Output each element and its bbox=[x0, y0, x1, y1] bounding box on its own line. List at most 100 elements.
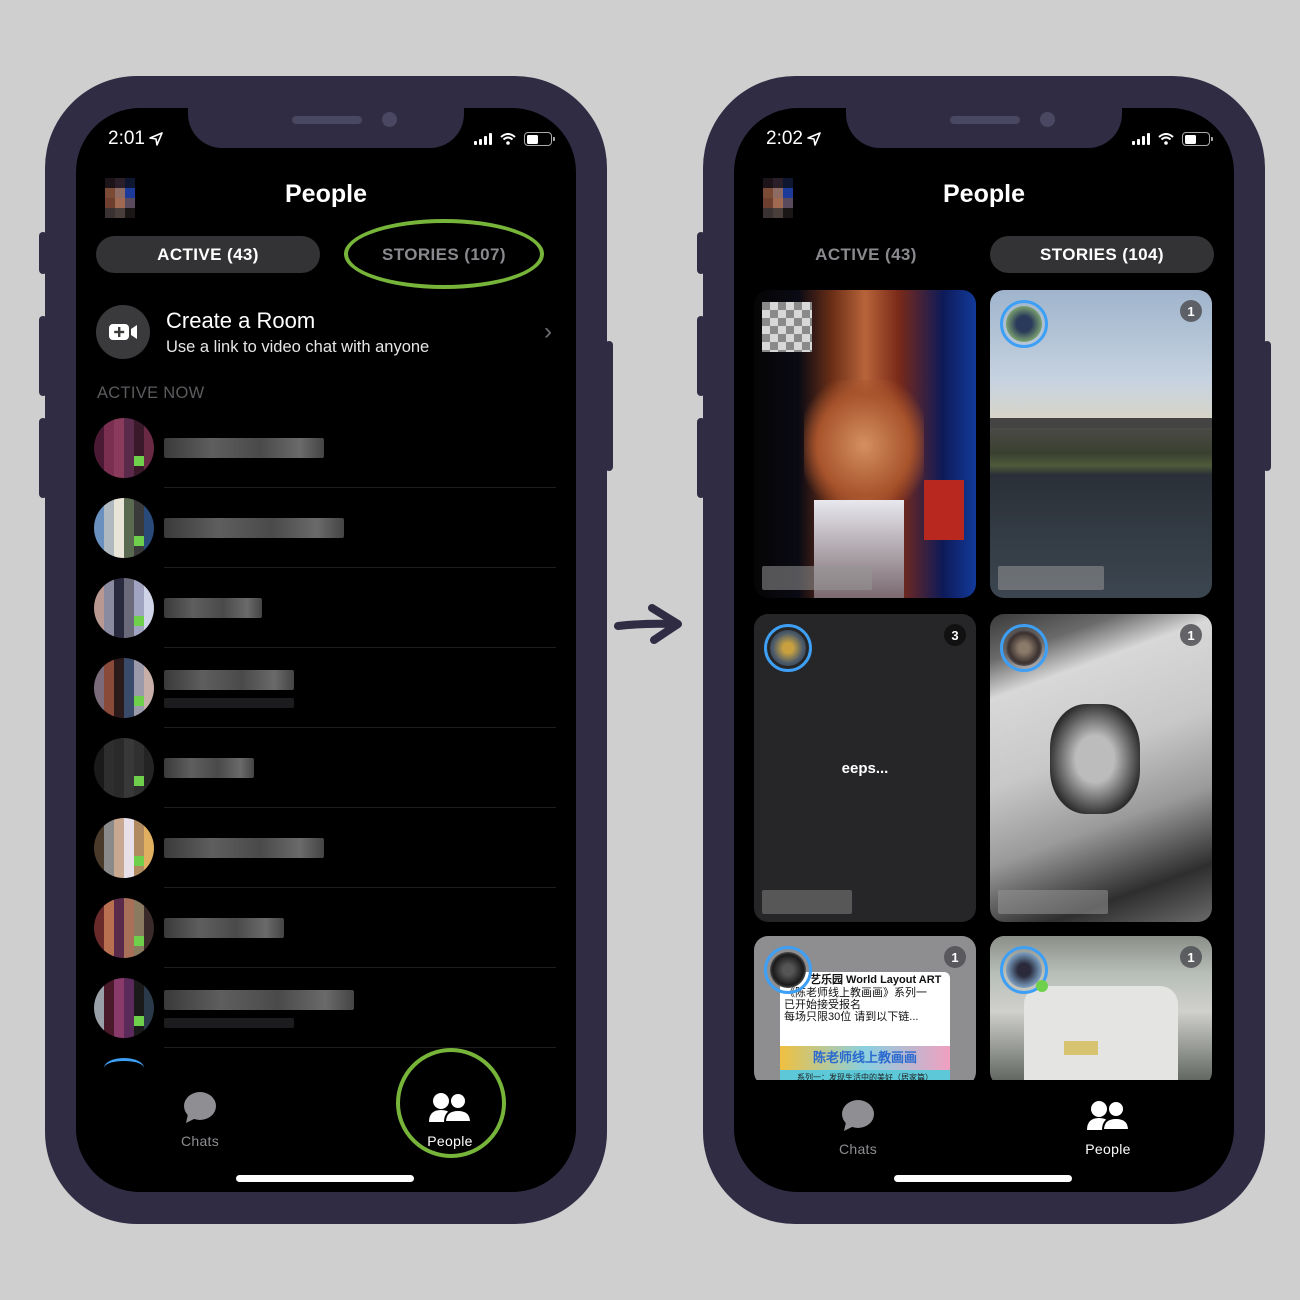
time-text: 2:02 bbox=[766, 128, 803, 149]
phone-after: 2:02 People ACTIVE (43) STORIES (104) 1 … bbox=[697, 76, 1271, 1224]
online-indicator bbox=[134, 616, 144, 626]
contact-row[interactable] bbox=[94, 488, 556, 568]
location-arrow-icon bbox=[149, 132, 163, 146]
online-indicator bbox=[134, 1016, 144, 1026]
tabbar-people[interactable]: People bbox=[1058, 1100, 1158, 1157]
contact-row[interactable] bbox=[94, 888, 556, 968]
sketch-face bbox=[1050, 704, 1140, 814]
volume-down-button bbox=[39, 418, 47, 498]
speaker bbox=[292, 116, 362, 124]
home-indicator[interactable] bbox=[236, 1175, 414, 1182]
story-card[interactable] bbox=[754, 290, 976, 598]
contact-row[interactable] bbox=[94, 808, 556, 888]
tabbar-chats-label: Chats bbox=[180, 1133, 220, 1149]
chat-bubble-icon bbox=[184, 1092, 216, 1123]
tabbar-chats[interactable]: Chats bbox=[808, 1100, 908, 1157]
page-title: People bbox=[943, 180, 1025, 208]
story-card[interactable]: 1 bbox=[990, 290, 1212, 598]
create-room-title: Create a Room bbox=[166, 307, 316, 333]
partial-avatar-ring bbox=[104, 1058, 144, 1078]
volume-down-button bbox=[697, 418, 705, 498]
avatar bbox=[94, 818, 154, 878]
add-story-icon bbox=[762, 302, 812, 352]
power-button bbox=[605, 341, 613, 471]
post-line: 已开始接受报名 bbox=[784, 999, 861, 1011]
contact-row[interactable] bbox=[94, 408, 556, 488]
shared-post: 艺乐园 World Layout ART 《陈老师线上教画画》系列一 已开始接受… bbox=[780, 972, 950, 1086]
time-text: 2:01 bbox=[108, 128, 145, 149]
tab-stories[interactable]: STORIES (104) bbox=[990, 236, 1214, 273]
contact-row[interactable] bbox=[94, 648, 556, 728]
avatar bbox=[94, 498, 154, 558]
license-plate bbox=[1064, 1041, 1098, 1055]
story-author-avatar[interactable] bbox=[1000, 300, 1048, 348]
tabbar-chats[interactable]: Chats bbox=[150, 1092, 250, 1149]
online-indicator bbox=[134, 696, 144, 706]
avatar bbox=[94, 898, 154, 958]
story-author-name bbox=[762, 890, 852, 914]
contact-row[interactable] bbox=[94, 728, 556, 808]
story-author-avatar[interactable] bbox=[1000, 624, 1048, 672]
story-thumbnail bbox=[804, 380, 924, 510]
section-label-active-now: ACTIVE NOW bbox=[97, 384, 205, 402]
story-card[interactable]: 1 bbox=[990, 936, 1212, 1086]
post-line: 每场只限30位 请到以下链... bbox=[784, 1011, 919, 1023]
contact-name bbox=[164, 670, 294, 690]
contact-name bbox=[164, 438, 324, 458]
cellular-signal-icon bbox=[1132, 133, 1150, 145]
online-indicator bbox=[134, 936, 144, 946]
notch bbox=[188, 108, 464, 148]
mute-switch bbox=[39, 232, 47, 274]
post-line: 《陈老师线上教画画》系列一 bbox=[784, 987, 927, 999]
contact-status bbox=[164, 698, 294, 708]
story-author-avatar[interactable] bbox=[764, 946, 812, 994]
story-count-badge: 1 bbox=[1180, 300, 1202, 322]
screen: 2:02 People ACTIVE (43) STORIES (104) 1 … bbox=[734, 108, 1234, 1192]
volume-up-button bbox=[39, 316, 47, 396]
story-text: eeps... bbox=[841, 760, 889, 777]
story-author-name bbox=[998, 566, 1104, 590]
shared-post-banner: 陈老师线上教画画 bbox=[780, 1046, 950, 1070]
story-author-name bbox=[998, 890, 1108, 914]
shared-post-body: 《陈老师线上教画画》系列一 已开始接受报名 每场只限30位 请到以下链... bbox=[780, 987, 950, 1023]
story-card[interactable]: 艺乐园 World Layout ART 《陈老师线上教画画》系列一 已开始接受… bbox=[754, 936, 976, 1086]
battery-icon bbox=[1182, 132, 1213, 146]
tab-active[interactable]: ACTIVE (43) bbox=[96, 236, 320, 273]
story-card[interactable]: 1 bbox=[990, 614, 1212, 922]
tab-bar: Chats People bbox=[76, 1048, 576, 1192]
online-indicator bbox=[134, 536, 144, 546]
status-icons bbox=[1132, 132, 1213, 146]
speaker bbox=[950, 116, 1020, 124]
online-indicator bbox=[134, 456, 144, 466]
story-author-avatar[interactable] bbox=[764, 624, 812, 672]
tab-bar: Chats People bbox=[734, 1080, 1234, 1192]
status-bar-time: 2:02 bbox=[766, 128, 821, 150]
car-shape bbox=[1024, 986, 1178, 1086]
create-room-button[interactable]: Create a Room Use a link to video chat w… bbox=[96, 304, 556, 360]
online-indicator bbox=[134, 776, 144, 786]
people-tab-highlight bbox=[396, 1048, 506, 1158]
screen: 2:01 People ACTIVE (43) STORIES (107) Cr… bbox=[76, 108, 576, 1192]
wifi-icon bbox=[1158, 133, 1174, 145]
mute-switch bbox=[697, 232, 705, 274]
contact-row[interactable] bbox=[94, 968, 556, 1048]
contact-name bbox=[164, 918, 284, 938]
contact-status bbox=[164, 1018, 294, 1028]
story-card[interactable]: 3 eeps... bbox=[754, 614, 976, 922]
home-indicator[interactable] bbox=[894, 1175, 1072, 1182]
cellular-signal-icon bbox=[474, 133, 492, 145]
status-icons bbox=[474, 132, 555, 146]
create-room-subtitle: Use a link to video chat with anyone bbox=[166, 337, 430, 356]
contact-row[interactable] bbox=[94, 568, 556, 648]
online-indicator bbox=[1036, 980, 1048, 992]
avatar bbox=[94, 418, 154, 478]
avatar bbox=[94, 578, 154, 638]
wifi-icon bbox=[500, 133, 516, 145]
front-camera bbox=[1040, 112, 1055, 127]
online-indicator bbox=[134, 856, 144, 866]
story-author-name bbox=[762, 566, 872, 590]
tab-active[interactable]: ACTIVE (43) bbox=[754, 236, 978, 273]
contact-name bbox=[164, 518, 344, 538]
story-thumbnail-accent bbox=[924, 480, 964, 540]
story-count-badge: 1 bbox=[944, 946, 966, 968]
